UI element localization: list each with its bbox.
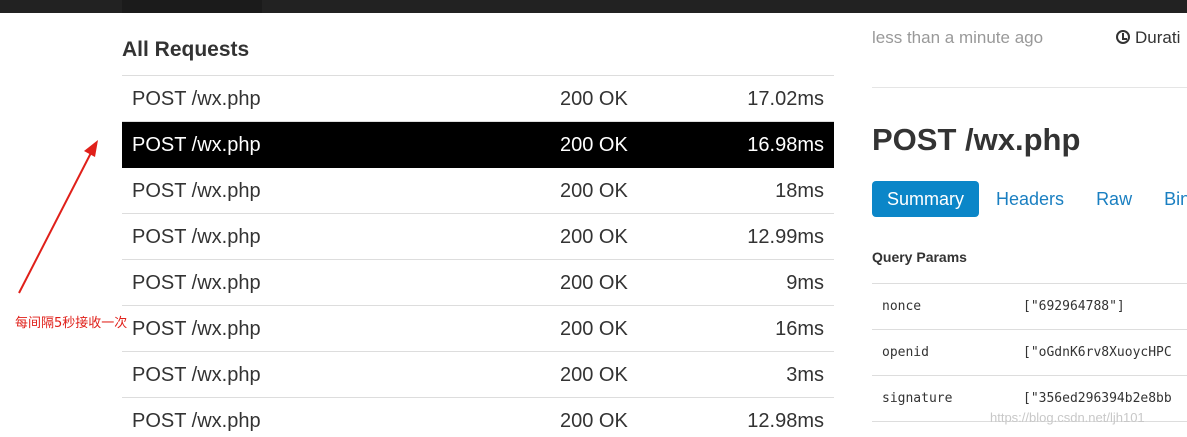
all-requests-panel: All Requests POST /wx.php 200 OK 17.02ms… [122,36,834,437]
request-duration: 17.02ms [747,88,824,110]
param-row: openid ["oGdnK6rv8XuoycHPC [872,330,1187,376]
request-row[interactable]: POST /wx.php 200 OK 3ms [122,352,834,398]
request-row[interactable]: POST /wx.php 200 OK 16ms [122,306,834,352]
request-path: POST /wx.php [132,364,261,386]
param-key: nonce [882,299,922,314]
request-path: POST /wx.php [132,226,261,248]
request-row[interactable]: POST /wx.php 200 OK 9ms [122,260,834,306]
request-status: 200 OK [560,226,628,248]
duration-info: Durati [1116,28,1180,48]
watermark: https://blog.csdn.net/ljh101 [990,410,1145,425]
request-path: POST /wx.php [132,134,261,156]
request-duration: 18ms [775,180,824,202]
tab-raw[interactable]: Raw [1081,181,1147,217]
request-status: 200 OK [560,410,628,432]
tab-summary[interactable]: Summary [872,181,980,217]
request-duration: 9ms [786,272,824,294]
request-path: POST /wx.php [132,272,261,294]
request-status: 200 OK [560,180,628,202]
tab-binary[interactable]: Bin [1149,181,1187,217]
detail-title: POST /wx.php [872,122,1081,157]
annotation-text: 每间隔5秒接收一次 [15,316,128,331]
duration-label: Durati [1135,28,1181,47]
top-nav-tab[interactable] [262,0,442,13]
param-value: ["692964788"] [1023,299,1125,314]
request-detail-panel: less than a minute ago Durati POST /wx.p… [872,0,1187,437]
request-row[interactable]: POST /wx.php 200 OK 12.98ms [122,398,834,437]
requests-heading: All Requests [122,36,834,76]
request-status: 200 OK [560,318,628,340]
param-value: ["oGdnK6rv8XuoycHPC [1023,345,1172,360]
param-key: signature [882,391,953,406]
request-duration: 12.99ms [747,226,824,248]
request-path: POST /wx.php [132,318,261,340]
request-path: POST /wx.php [132,180,261,202]
request-status: 200 OK [560,134,628,156]
detail-tabs: Summary Headers Raw Bin [872,181,1187,217]
param-row: nonce ["692964788"] [872,284,1187,330]
request-path: POST /wx.php [132,410,261,432]
divider [872,87,1187,88]
top-nav-tab[interactable] [122,0,262,13]
request-row[interactable]: POST /wx.php 200 OK 17.02ms [122,76,834,122]
request-duration: 3ms [786,364,824,386]
request-row[interactable]: POST /wx.php 200 OK 12.99ms [122,214,834,260]
request-status: 200 OK [560,88,628,110]
query-params-table: nonce ["692964788"] openid ["oGdnK6rv8Xu… [872,283,1187,422]
request-status: 200 OK [560,272,628,294]
request-row[interactable]: POST /wx.php 200 OK 18ms [122,168,834,214]
param-key: openid [882,345,929,360]
query-params-title: Query Params [872,249,967,265]
request-status: 200 OK [560,364,628,386]
time-ago: less than a minute ago [872,28,1044,47]
request-duration: 16ms [775,318,824,340]
request-row-selected[interactable]: POST /wx.php 200 OK 16.98ms [122,122,834,168]
clock-icon [1116,30,1130,44]
request-path: POST /wx.php [132,88,261,110]
request-duration: 16.98ms [747,134,824,156]
tab-headers[interactable]: Headers [981,181,1079,217]
request-duration: 12.98ms [747,410,824,432]
